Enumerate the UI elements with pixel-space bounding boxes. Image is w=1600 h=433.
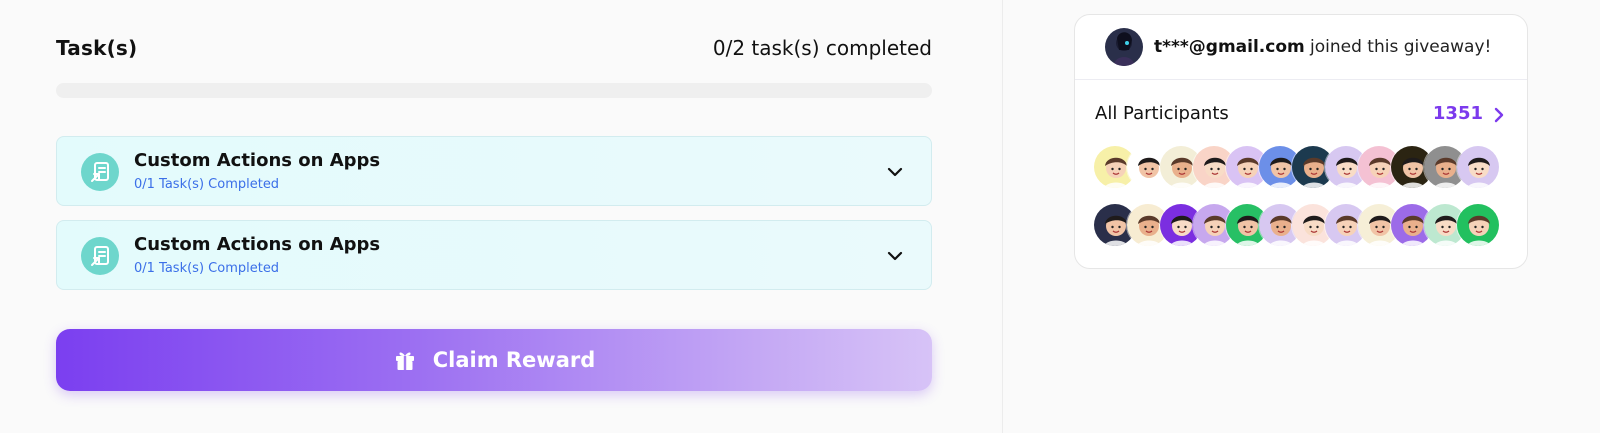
activity-row: t***@gmail.com joined this giveaway! <box>1075 15 1527 80</box>
avatar <box>1105 28 1143 66</box>
custom-actions-icon <box>81 237 119 275</box>
claim-reward-button[interactable]: Claim Reward <box>56 329 932 391</box>
participants-panel: t***@gmail.com joined this giveaway! All… <box>1074 14 1528 269</box>
chevron-right-icon[interactable] <box>1491 105 1507 125</box>
participant-avatars-row <box>1093 145 1500 189</box>
task-title: Custom Actions on Apps <box>134 150 381 171</box>
participants-count[interactable]: 1351 <box>1433 103 1483 124</box>
custom-actions-icon <box>81 153 119 191</box>
tasks-progress-text: 0/2 task(s) completed <box>712 36 932 60</box>
task-card[interactable]: Custom Actions on Apps 0/1 Task(s) Compl… <box>56 220 932 290</box>
activity-text: joined this giveaway! <box>1310 37 1492 57</box>
claim-reward-label: Claim Reward <box>432 348 596 372</box>
task-title: Custom Actions on Apps <box>134 234 381 255</box>
participant-avatars-row <box>1093 203 1500 247</box>
activity-email: t***@gmail.com <box>1154 37 1305 57</box>
all-participants-label[interactable]: All Participants <box>1095 103 1229 124</box>
avatar <box>1456 145 1500 189</box>
giveaway-sidebar: t***@gmail.com joined this giveaway! All… <box>1003 0 1600 433</box>
task-card[interactable]: Custom Actions on Apps 0/1 Task(s) Compl… <box>56 136 932 206</box>
gift-icon <box>395 352 414 370</box>
tasks-progress-bar <box>56 83 932 98</box>
task-subtitle: 0/1 Task(s) Completed <box>134 177 280 192</box>
task-subtitle: 0/1 Task(s) Completed <box>134 261 280 276</box>
chevron-down-icon[interactable] <box>885 246 905 266</box>
tasks-title: Task(s) <box>56 36 138 60</box>
chevron-down-icon[interactable] <box>885 162 905 182</box>
tasks-section: Task(s) 0/2 task(s) completed Custom Act… <box>0 0 1002 433</box>
avatar <box>1456 203 1500 247</box>
